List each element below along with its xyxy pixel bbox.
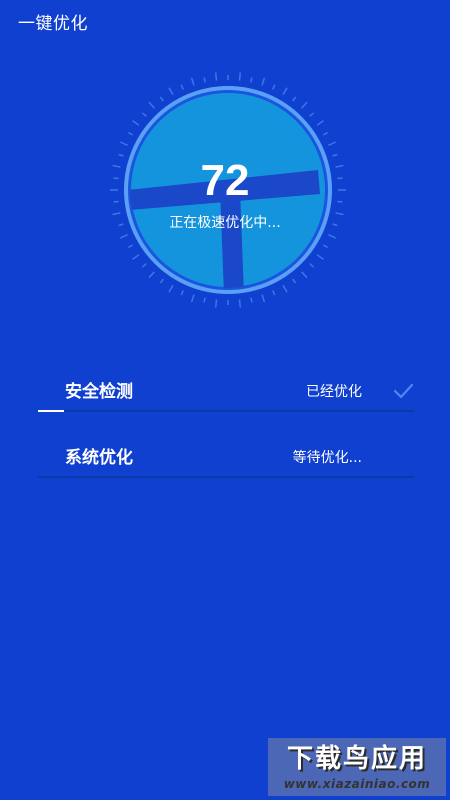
gauge-tick — [250, 297, 253, 303]
gauge-tick — [261, 294, 266, 303]
gauge-tick — [282, 87, 288, 96]
gauge-tick — [250, 77, 253, 83]
gauge-tick — [301, 101, 308, 109]
gauge-tick — [214, 299, 218, 308]
gauge-tick — [128, 131, 134, 136]
gauge-tick — [316, 254, 324, 261]
watermark-logo: 下载鸟应用 www.xiazainiao.com — [268, 738, 446, 796]
gauge-tick — [180, 84, 184, 90]
gauge-tick — [282, 284, 288, 293]
gauge-tick — [148, 101, 155, 109]
gauge-tick — [190, 77, 195, 86]
gauge-tick — [316, 119, 324, 126]
gauge-tick — [272, 290, 276, 296]
gauge-tick — [168, 87, 174, 96]
task-label: 系统优化 — [65, 448, 133, 468]
check-icon — [393, 383, 414, 399]
gauge-tick — [168, 284, 174, 293]
gauge-tick — [238, 299, 242, 308]
task-progress-fill — [38, 410, 65, 412]
task-row-security-check: 安全检测 已经优化 — [38, 372, 414, 412]
gauge-tick — [180, 290, 184, 296]
gauge-tick — [119, 141, 128, 146]
gauge-tick — [203, 77, 206, 83]
gauge-tick — [128, 244, 134, 249]
gauge-tick — [132, 254, 140, 261]
task-progress-track — [38, 410, 414, 412]
gauge-tick — [214, 72, 218, 81]
task-progress-track — [38, 476, 414, 478]
gauge-tick — [141, 112, 147, 117]
task-label: 安全检测 — [65, 382, 133, 402]
optimization-score: 72 — [200, 156, 250, 205]
gauge-tick — [309, 112, 315, 117]
gauge-tick — [328, 234, 337, 239]
gauge-tick — [292, 278, 297, 284]
gauge-tick — [190, 294, 195, 303]
watermark-url: www.xiazainiao.com — [283, 777, 431, 791]
gauge-tick — [328, 141, 337, 146]
gauge-tick — [238, 72, 242, 81]
gauge-tick — [159, 96, 164, 102]
gauge-tick — [322, 244, 328, 249]
gauge-tick — [148, 271, 155, 279]
gauge-tick — [292, 96, 297, 102]
gauge-tick — [261, 77, 266, 86]
task-status: 等待优化... — [292, 450, 362, 466]
gauge-tick — [322, 131, 328, 136]
optimization-status: 正在极速优化中... — [169, 215, 281, 231]
gauge-tick — [272, 84, 276, 90]
gauge-tick — [309, 263, 315, 268]
gauge-tick — [159, 278, 164, 284]
watermark-title: 下载鸟应用 — [286, 744, 427, 774]
gauge-tick — [141, 263, 147, 268]
task-row-system-optimize: 系统优化 等待优化... — [38, 438, 414, 478]
gauge-tick — [132, 119, 140, 126]
gauge-tick — [203, 297, 206, 303]
gauge-tick — [301, 271, 308, 279]
task-status: 已经优化 — [306, 384, 362, 400]
gauge-tick — [119, 234, 128, 239]
